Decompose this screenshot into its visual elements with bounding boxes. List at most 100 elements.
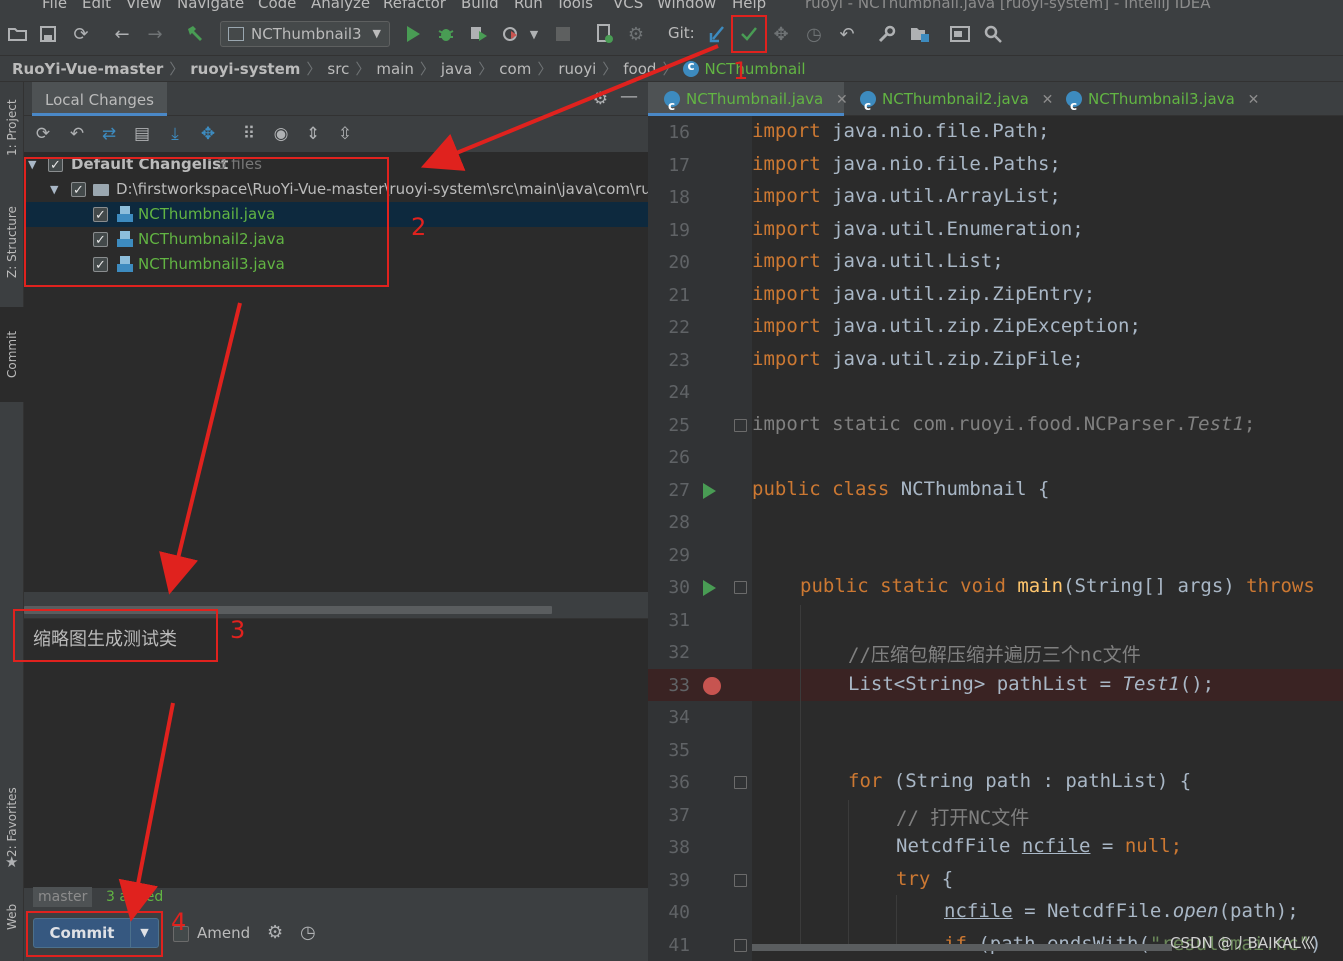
fold-marker-icon[interactable]	[734, 874, 747, 887]
tool-tab-commit[interactable]: Commit	[0, 307, 24, 402]
star-icon: ★	[5, 853, 19, 871]
menu-help[interactable]: Help	[732, 0, 766, 12]
menu-navigate[interactable]: Navigate	[177, 0, 244, 12]
device-icon[interactable]	[592, 22, 616, 46]
annotation-number: 4	[171, 908, 187, 936]
breakpoint-icon[interactable]	[703, 677, 721, 695]
move-changes-icon[interactable]: ✥	[197, 123, 219, 145]
breadcrumb-item[interactable]: main	[376, 60, 413, 78]
code-text: ();	[1179, 673, 1215, 695]
amend-label: Amend	[197, 924, 251, 942]
line-number: 36	[668, 772, 690, 793]
breadcrumb-item[interactable]: RuoYi-Vue-master	[12, 60, 163, 78]
coverage-icon[interactable]	[467, 22, 491, 46]
keyword: import	[752, 218, 821, 240]
terminal-icon[interactable]	[948, 22, 972, 46]
menu-run[interactable]: Run	[514, 0, 543, 12]
run-configuration-select[interactable]: NCThumbnail3 ▼	[220, 21, 390, 47]
eye-icon[interactable]: ◉	[270, 123, 292, 145]
menu-vcs[interactable]: VCS	[613, 0, 643, 12]
collapse-all-icon[interactable]: ⇳	[334, 123, 356, 145]
code-text: NetcdfFile	[896, 835, 1022, 857]
profile-icon[interactable]	[500, 22, 524, 46]
breadcrumb-item[interactable]: food	[623, 60, 656, 78]
show-diff-icon[interactable]: ⇄	[98, 123, 120, 145]
editor-tab[interactable]: NCThumbnail2.java ✕	[844, 82, 1053, 123]
code-line: import java.util.zip.ZipFile;	[752, 348, 1084, 370]
breadcrumb-item[interactable]: ruoyi-system	[190, 60, 300, 78]
gear-icon[interactable]: ⚙	[593, 89, 608, 109]
menu-view[interactable]: View	[126, 0, 162, 12]
menu-analyze[interactable]: Analyze	[311, 0, 370, 12]
menu-refactor[interactable]: Refactor	[383, 0, 446, 12]
java-class-icon	[860, 89, 876, 123]
profile-dropdown-icon[interactable]: ▼	[522, 22, 546, 46]
tool-tab-project[interactable]: 1: Project	[0, 88, 24, 168]
breadcrumb-item[interactable]: ruoyi	[558, 60, 596, 78]
breadcrumb-separator-icon: 〉	[478, 60, 494, 78]
tool-tab-structure-label: Z: Structure	[5, 206, 19, 278]
changelist-icon[interactable]: ▤	[131, 123, 153, 145]
tool-tab-web[interactable]: Web	[0, 887, 24, 947]
build-hammer-icon[interactable]	[183, 22, 207, 46]
tab-local-changes[interactable]: Local Changes	[32, 82, 167, 116]
indent-guide	[896, 895, 897, 945]
fold-marker-icon[interactable]	[734, 776, 747, 789]
settings-wrench-icon[interactable]	[875, 22, 899, 46]
code-text: java.util.zip.ZipException;	[820, 315, 1141, 337]
tool-tab-structure[interactable]: Z: Structure	[0, 192, 24, 292]
fold-marker-icon[interactable]	[734, 419, 747, 432]
minimize-icon[interactable]: —	[620, 86, 638, 107]
menu-build[interactable]: Build	[461, 0, 499, 12]
code-line: public static void main(String[] args) t…	[800, 575, 1315, 597]
history-icon[interactable]: ◷	[300, 922, 316, 943]
refresh-icon[interactable]: ⟳	[32, 123, 54, 145]
breadcrumb-item[interactable]: com	[499, 60, 531, 78]
java-class-icon	[664, 89, 680, 123]
rollback-icon[interactable]: ↶	[66, 123, 88, 145]
breadcrumb-item[interactable]: java	[441, 60, 472, 78]
code-text: =	[1090, 835, 1125, 857]
rollback-icon[interactable]: ↶	[835, 22, 859, 46]
gear-icon[interactable]: ⚙	[267, 922, 283, 943]
history-icon[interactable]: ◷	[802, 22, 826, 46]
editor-tab[interactable]: NCThumbnail3.java ✕	[1050, 82, 1259, 123]
fold-marker-icon[interactable]	[734, 581, 747, 594]
project-structure-icon[interactable]	[908, 22, 932, 46]
save-icon[interactable]	[36, 22, 60, 46]
tasks-icon[interactable]: ⚙	[624, 22, 648, 46]
group-by-icon[interactable]: ⠿	[238, 123, 260, 145]
search-icon[interactable]	[981, 22, 1005, 46]
fold-marker-icon[interactable]	[734, 939, 747, 952]
close-icon[interactable]: ✕	[1248, 92, 1260, 108]
menu-code[interactable]: Code	[258, 0, 296, 12]
editor-tab[interactable]: NCThumbnail.java ✕	[648, 82, 848, 123]
code-text: java.util.ArrayList;	[820, 185, 1061, 207]
run-icon[interactable]	[401, 22, 425, 46]
forward-icon[interactable]: →	[143, 22, 167, 46]
open-folder-icon[interactable]	[6, 22, 30, 46]
keyword: public class	[752, 478, 890, 500]
breadcrumb-item[interactable]: src	[327, 60, 349, 78]
keyword: import	[752, 348, 821, 370]
vcs-update-icon[interactable]	[705, 22, 729, 46]
expand-all-icon[interactable]: ⇕	[302, 123, 324, 145]
keyword: import	[752, 250, 821, 272]
editor-horizontal-scrollbar[interactable]	[752, 944, 1172, 951]
menu-window[interactable]: Window	[657, 0, 716, 12]
sync-icon[interactable]: ⟳	[69, 22, 93, 46]
stop-icon[interactable]	[551, 22, 575, 46]
back-icon[interactable]: ←	[110, 22, 134, 46]
menu-tools[interactable]: Tools	[556, 0, 593, 12]
run-main-icon[interactable]	[703, 580, 716, 596]
shelve-icon[interactable]: ⤓	[164, 123, 186, 145]
breadcrumb-item-current[interactable]: NCThumbnail	[704, 60, 805, 78]
editor-gutter[interactable]	[648, 116, 752, 961]
vcs-push-icon[interactable]: ✥	[769, 22, 793, 46]
menu-file[interactable]: File	[42, 0, 67, 12]
run-class-icon[interactable]	[703, 483, 716, 499]
commit-status-row: master 3 added	[24, 886, 648, 908]
menu-edit[interactable]: Edit	[82, 0, 111, 12]
debug-icon[interactable]	[434, 22, 458, 46]
line-number: 20	[668, 252, 690, 273]
